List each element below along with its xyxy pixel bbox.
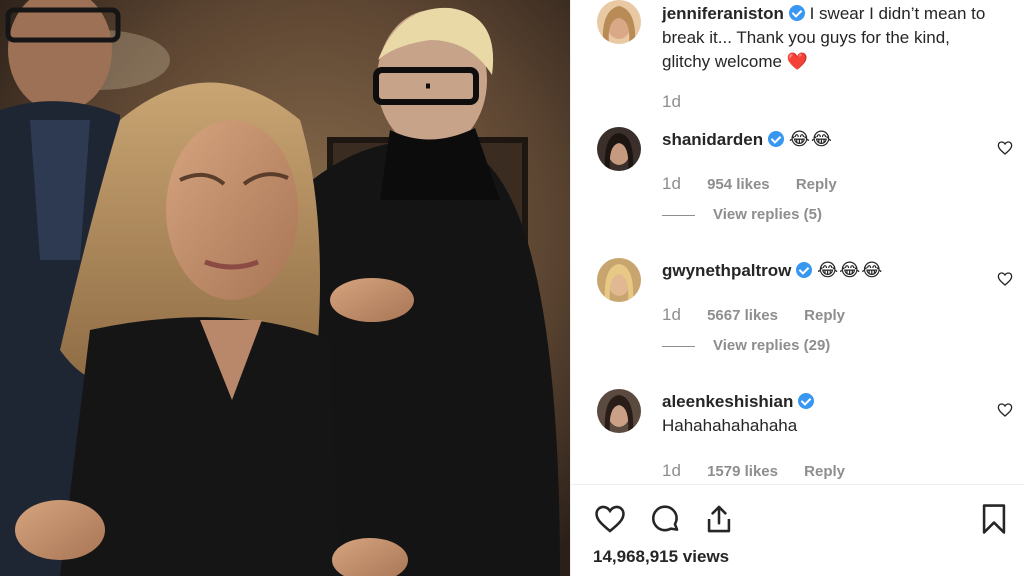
comment-time[interactable]: 1d [662,174,681,193]
gwynethpaltrow-avatar-image [597,258,641,302]
comment-avatar[interactable] [597,389,641,433]
comment-meta: 1d 954 likes Reply [662,174,859,194]
post-media[interactable] [0,0,570,576]
comment-username[interactable]: aleenkeshishian [662,392,793,411]
verified-badge-icon [788,5,805,21]
reply-button[interactable]: Reply [804,307,845,324]
aleenkeshishian-avatar-image [597,389,641,433]
reply-button[interactable]: Reply [796,176,837,193]
bookmark-icon[interactable] [977,502,1011,536]
comments-panel: jenniferaniston I swear I didn’t mean to… [570,0,1024,576]
comment-meta: 1d 1579 likes Reply [662,461,867,481]
view-replies-label: View replies (5) [713,206,822,223]
caption-time[interactable]: 1d [662,92,681,111]
post-caption: jenniferaniston I swear I didn’t mean to… [662,2,1002,74]
comment-meta: 1d 5667 likes Reply [662,305,867,325]
author-avatar-image [597,0,641,44]
comment-likes[interactable]: 1579 likes [707,463,778,480]
comment-text: 😂😂😂 [817,260,884,280]
verified-badge-icon [798,393,815,409]
comment-like-heart-icon[interactable] [997,402,1013,418]
comment-like-heart-icon[interactable] [997,140,1013,156]
red-heart-emoji: ❤️ [786,52,808,71]
view-count[interactable]: 14,968,915 views [593,547,729,567]
comment-time[interactable]: 1d [662,461,681,480]
comment-2: gwynethpaltrow 😂😂😂 [662,258,883,283]
view-replies-label: View replies (29) [713,337,831,354]
view-replies-button[interactable]: View replies (29) [662,337,830,354]
author-avatar[interactable] [597,0,641,44]
share-icon[interactable] [702,502,736,536]
comment-likes[interactable]: 5667 likes [707,307,778,324]
comment-username[interactable]: gwynethpaltrow [662,261,791,280]
comment-likes[interactable]: 954 likes [707,176,770,193]
shanidarden-avatar-image [597,127,641,171]
comment-1: shanidarden 😂😂 [662,127,833,152]
comment-username[interactable]: shanidarden [662,130,763,149]
caption-meta: 1d [662,92,703,112]
comment-3-header: aleenkeshishian [662,390,815,414]
view-replies-button[interactable]: View replies (5) [662,206,822,223]
replies-dash [662,214,695,216]
comment-avatar[interactable] [597,258,641,302]
post-photo [0,0,570,576]
verified-badge-icon [768,131,785,147]
comment-like-heart-icon[interactable] [997,271,1013,287]
action-bar: 14,968,915 views [571,485,1024,576]
replies-dash [662,345,695,347]
heart-icon[interactable] [593,502,627,536]
author-username[interactable]: jenniferaniston [662,4,784,23]
comment-text: Hahahahahahaha [662,416,798,435]
comment-text: 😂😂 [788,129,833,149]
comment-bubble-icon[interactable] [648,502,682,536]
verified-badge-icon [796,262,813,278]
comments-list[interactable]: jenniferaniston I swear I didn’t mean to… [571,0,1024,484]
reply-button[interactable]: Reply [804,463,845,480]
comment-time[interactable]: 1d [662,305,681,324]
comment-avatar[interactable] [597,127,641,171]
